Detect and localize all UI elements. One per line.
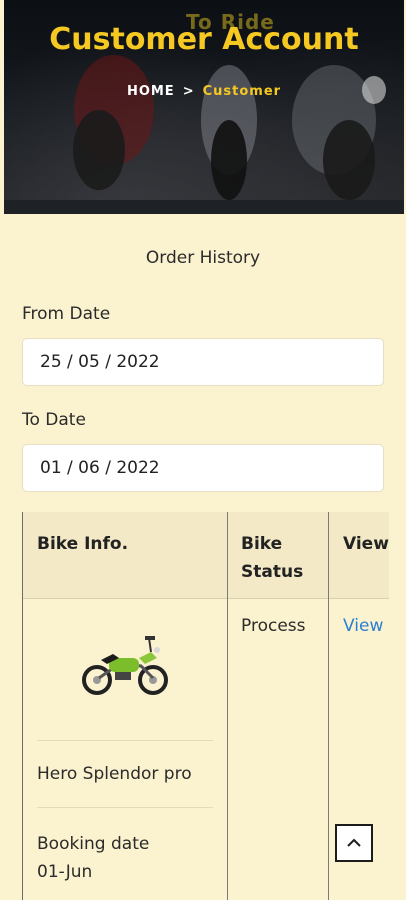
chevron-up-icon (347, 838, 361, 847)
view-link[interactable]: View (343, 616, 383, 636)
scroll-to-top-button[interactable] (335, 824, 373, 862)
breadcrumb-current: Customer (202, 84, 282, 99)
motorcycle-image (82, 636, 168, 695)
booking-date-label: Booking date (37, 834, 150, 854)
column-divider (227, 512, 228, 900)
bike-status: Process (241, 616, 306, 636)
booking-date-value: 01-Jun (37, 862, 93, 882)
column-divider (328, 512, 329, 900)
cell-divider (37, 807, 213, 808)
breadcrumb: HOME > Customer (4, 84, 404, 99)
from-date-field[interactable]: 25 / 05 / 2022 (22, 338, 384, 386)
header-bike-status: Bike Status (241, 534, 304, 582)
page-title: Customer Account (49, 22, 359, 57)
booking-info: Booking date 01-Jun (37, 830, 149, 886)
hero-banner: To Ride Customer Account HOME > Customer (4, 0, 404, 214)
cell-divider (37, 740, 213, 741)
to-date-field[interactable]: 01 / 06 / 2022 (22, 444, 384, 492)
header-view: View (343, 534, 389, 554)
breadcrumb-separator-icon: > (182, 84, 195, 99)
from-date-label: From Date (22, 304, 111, 324)
header-bike-info: Bike Info. (37, 534, 129, 554)
to-date-label: To Date (22, 410, 86, 430)
order-table: Bike Info. Bike Status View Hero Splendo… (22, 512, 389, 900)
order-history-title: Order History (145, 248, 261, 268)
bike-name: Hero Splendor pro (37, 764, 192, 784)
breadcrumb-home-link[interactable]: HOME (127, 84, 175, 99)
